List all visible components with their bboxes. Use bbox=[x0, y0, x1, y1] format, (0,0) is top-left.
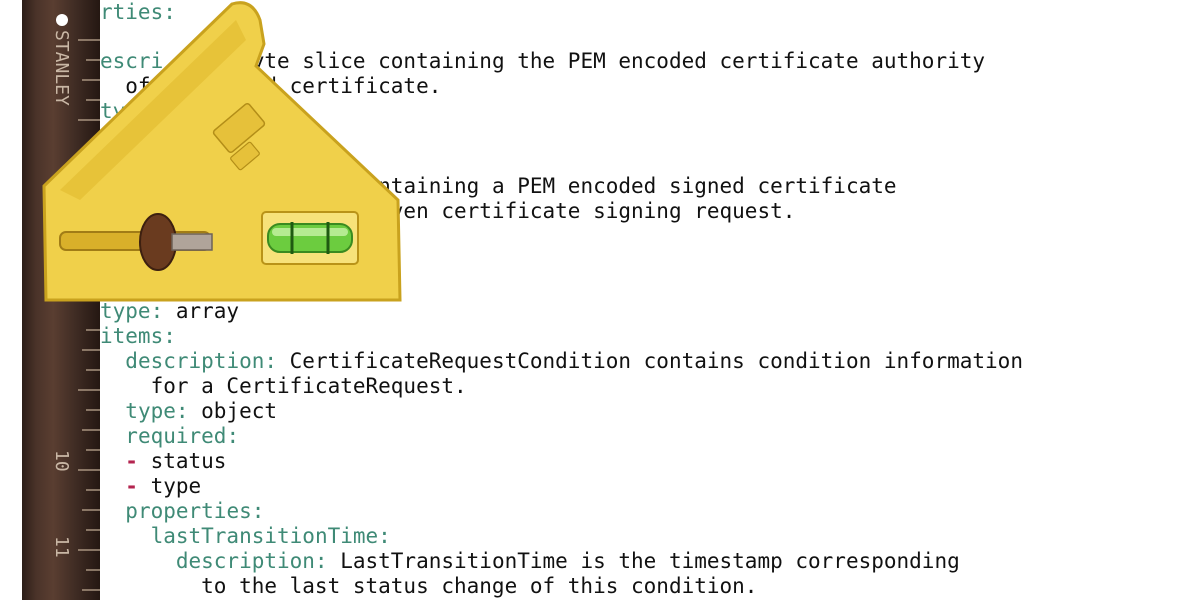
code-line: - status bbox=[125, 449, 227, 473]
code-line: description: LastTransitionTime is the t… bbox=[175, 549, 960, 573]
code-line: type: object bbox=[125, 399, 278, 423]
combination-square-icon bbox=[42, 1, 402, 302]
code-line: items: bbox=[100, 324, 176, 348]
code-line: lastTransitionTime: bbox=[150, 524, 391, 548]
code-line: description: CertificateRequestCondition… bbox=[125, 349, 1023, 373]
code-line: - type bbox=[125, 474, 202, 498]
code-line: to the last status change of this condit… bbox=[100, 574, 758, 598]
code-line: required: bbox=[125, 424, 240, 448]
code-line: properties: bbox=[125, 499, 265, 523]
ruler-number-10: 10 bbox=[51, 450, 72, 472]
ruler-number-11: 11 bbox=[51, 536, 72, 558]
code-line: for a CertificateRequest. bbox=[100, 374, 467, 398]
